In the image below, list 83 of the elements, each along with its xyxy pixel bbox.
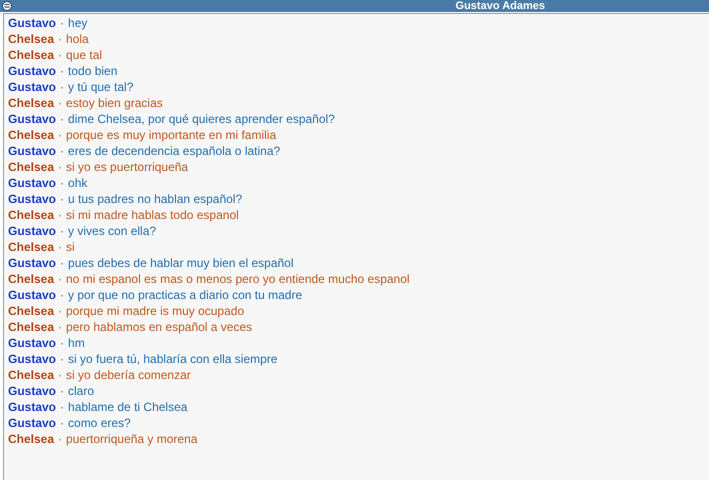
sender-name: Gustavo <box>8 351 56 367</box>
sender-name: Gustavo <box>8 223 56 239</box>
sender-name: Gustavo <box>8 63 56 79</box>
separator-dot: · <box>60 15 64 31</box>
message-text: no mi espanol es mas o menos pero yo entiende mucho espanol <box>66 271 410 287</box>
message-text: si yo es puertorriqueña <box>66 159 188 175</box>
separator-dot: · <box>58 431 62 447</box>
message-text: porque mi madre is muy ocupado <box>66 303 244 319</box>
separator-dot: · <box>60 287 64 303</box>
message-text: si yo debería comenzar <box>66 367 191 383</box>
message-text: que tal <box>66 47 102 63</box>
sender-name: Gustavo <box>8 335 56 351</box>
message-text: porque es muy importante en mi familia <box>66 127 276 143</box>
sender-name: Gustavo <box>8 383 56 399</box>
separator-dot: · <box>58 319 62 335</box>
sender-name: Chelsea <box>8 159 54 175</box>
separator-dot: · <box>58 159 62 175</box>
message-text: puertorriqueña y morena <box>66 431 198 447</box>
message-text: hola <box>66 31 89 47</box>
menu-icon[interactable] <box>2 1 12 11</box>
sender-name: Gustavo <box>8 399 56 415</box>
sender-name: Chelsea <box>8 367 54 383</box>
separator-dot: · <box>60 111 64 127</box>
separator-dot: · <box>58 31 62 47</box>
message-text: u tus padres no hablan español? <box>68 191 242 207</box>
separator-dot: · <box>60 255 64 271</box>
sender-name: Chelsea <box>8 31 54 47</box>
separator-dot: · <box>60 63 64 79</box>
separator-dot: · <box>60 79 64 95</box>
message-text: y por que no practicas a diario con tu madre <box>68 287 302 303</box>
message-text: hey <box>68 15 88 31</box>
message-text: si <box>66 239 75 255</box>
message-text: estoy bien gracias <box>66 95 163 111</box>
message-text: eres de decendencia española o latina? <box>68 143 280 159</box>
sender-name: Chelsea <box>8 431 54 447</box>
message-text: y vives con ella? <box>68 223 156 239</box>
sender-name: Gustavo <box>8 79 56 95</box>
separator-dot: · <box>58 303 62 319</box>
separator-dot: · <box>60 415 64 431</box>
message-text: si mi madre hablas todo espanol <box>66 207 239 223</box>
separator-dot: · <box>58 271 62 287</box>
separator-dot: · <box>60 143 64 159</box>
message-text: dime Chelsea, por qué quieres aprender español? <box>68 111 335 127</box>
separator-dot: · <box>58 239 62 255</box>
message-text: pero hablamos en español a veces <box>66 319 252 335</box>
message-text: claro <box>68 383 94 399</box>
sender-name: Chelsea <box>8 127 54 143</box>
message-text: como eres? <box>68 415 131 431</box>
sender-name: Chelsea <box>8 207 54 223</box>
separator-dot: · <box>60 335 64 351</box>
sender-name: Gustavo <box>8 255 56 271</box>
sender-name: Gustavo <box>8 191 56 207</box>
sender-name: Gustavo <box>8 111 56 127</box>
separator-dot: · <box>60 175 64 191</box>
message-text: ohk <box>68 175 88 191</box>
message-text: si yo fuera tú, hablaría con ella siempre <box>68 351 278 367</box>
message-text: todo bien <box>68 63 118 79</box>
sender-name: Chelsea <box>8 271 54 287</box>
separator-dot: · <box>58 95 62 111</box>
window-title: Gustavo Adames <box>454 0 546 12</box>
separator-dot: · <box>60 223 64 239</box>
message-text: hablame de ti Chelsea <box>68 399 188 415</box>
separator-dot: · <box>60 383 64 399</box>
sender-name: Chelsea <box>8 319 54 335</box>
sender-name: Gustavo <box>8 287 56 303</box>
message-text: pues debes de hablar muy bien el español <box>68 255 294 271</box>
sender-name: Gustavo <box>8 143 56 159</box>
separator-dot: · <box>58 367 62 383</box>
separator-dot: · <box>58 207 62 223</box>
sender-name: Gustavo <box>8 175 56 191</box>
separator-dot: · <box>60 399 64 415</box>
sender-name: Chelsea <box>8 239 54 255</box>
sender-name: Gustavo <box>8 15 56 31</box>
sender-name: Chelsea <box>8 303 54 319</box>
message-text: y tú que tal? <box>68 79 134 95</box>
separator-dot: · <box>60 191 64 207</box>
separator-dot: · <box>58 127 62 143</box>
separator-dot: · <box>58 47 62 63</box>
sender-name: Gustavo <box>8 415 56 431</box>
sender-name: Chelsea <box>8 95 54 111</box>
sender-name: Chelsea <box>8 47 54 63</box>
separator-dot: · <box>60 351 64 367</box>
message-text: hm <box>68 335 85 351</box>
